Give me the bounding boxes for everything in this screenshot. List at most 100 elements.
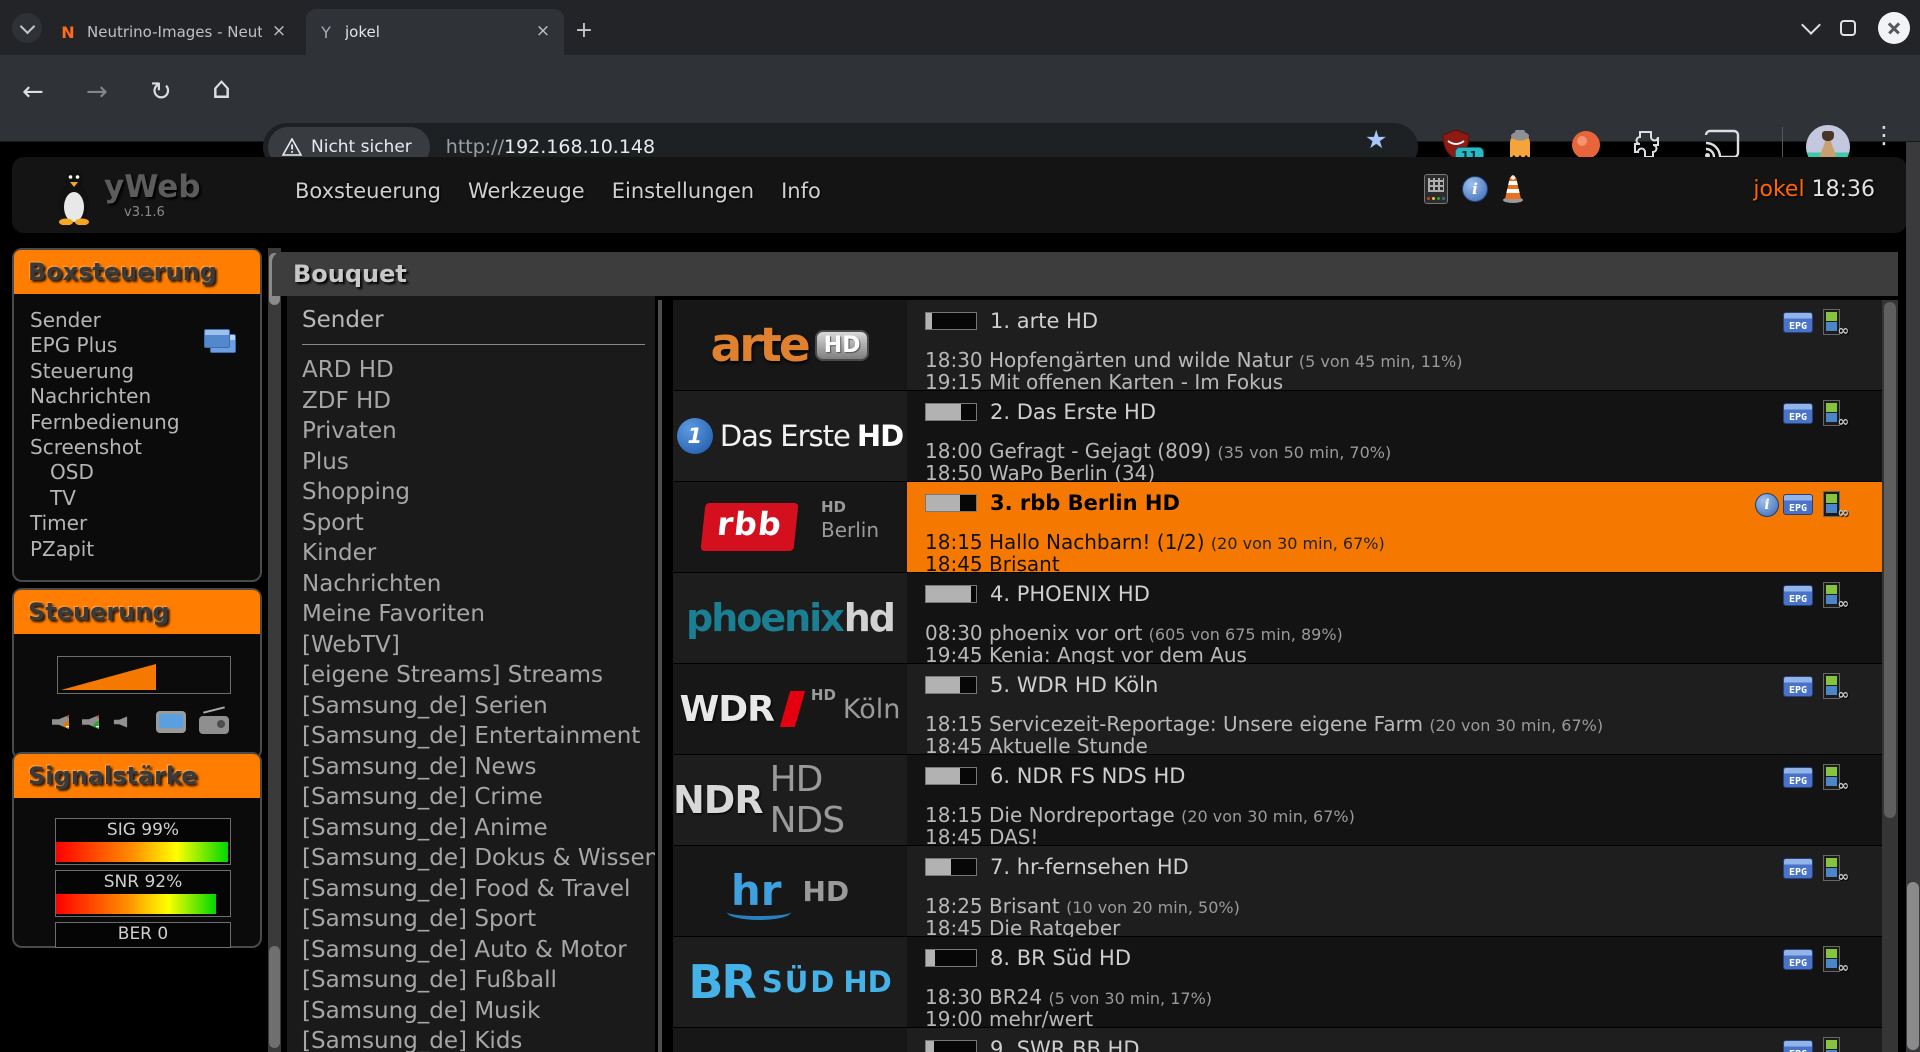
channel-epg-button[interactable]: EPG xyxy=(1783,585,1813,606)
bouquet-item[interactable]: Meine Favoriten xyxy=(302,599,655,630)
yweb-nav-info[interactable]: Info xyxy=(781,179,821,203)
channel-stream-button[interactable]: ∞ xyxy=(1821,855,1845,882)
channel-epg-button[interactable]: EPG xyxy=(1783,676,1813,697)
channel-logo[interactable]: WDRHDKöln xyxy=(673,664,907,754)
bouquet-item[interactable]: [Samsung_de] Musik xyxy=(302,996,655,1027)
sidebar-item-osd[interactable]: OSD xyxy=(30,460,250,485)
page-scrollbar-thumb[interactable] xyxy=(1907,882,1919,1050)
channel-name[interactable]: 5. WDR HD Köln xyxy=(990,673,1158,697)
sidebar-scrollbar-thumb-lower[interactable] xyxy=(269,946,280,1048)
bouquet-item[interactable]: [Samsung_de] Dokus & Wissen xyxy=(302,843,655,874)
channel-stream-button[interactable]: ∞ xyxy=(1821,1037,1845,1052)
bouquet-item[interactable]: Kinder xyxy=(302,538,655,569)
bouquet-item[interactable]: [Samsung_de] Anime xyxy=(302,813,655,844)
bouquet-item[interactable]: Nachrichten xyxy=(302,569,655,600)
bouquet-item[interactable]: [Samsung_de] Entertainment xyxy=(302,721,655,752)
bouquet-item[interactable]: [Samsung_de] Crime xyxy=(302,782,655,813)
extensions-puzzle-icon[interactable] xyxy=(1630,127,1664,161)
bookmark-star-icon[interactable]: ★ xyxy=(1365,125,1387,154)
channel-logo[interactable]: arteHD xyxy=(673,300,907,390)
bouquet-item[interactable]: [eigene Streams] Streams xyxy=(302,660,655,691)
channel-logo[interactable]: NDRHD NDS xyxy=(673,755,907,845)
minimize-icon[interactable] xyxy=(1801,15,1821,35)
browser-tab[interactable]: NNeutrino-Images - Neutrino-I× xyxy=(48,9,300,55)
channel-name[interactable]: 6. NDR FS NDS HD xyxy=(990,764,1185,788)
yweb-nav-werkzeuge[interactable]: Werkzeuge xyxy=(468,179,585,203)
channel-logo[interactable]: BRSÜDHD xyxy=(673,937,907,1027)
channel-stream-button[interactable]: ∞ xyxy=(1821,946,1845,973)
sidebar-item-pzapit[interactable]: PZapit xyxy=(30,537,250,562)
tab-search-button[interactable] xyxy=(12,13,42,43)
volume-slider[interactable] xyxy=(57,656,231,694)
channel-epg-button[interactable]: EPG xyxy=(1783,1040,1813,1052)
channel-epg-button[interactable]: EPG xyxy=(1783,494,1813,515)
yweb-nav-boxsteuerung[interactable]: Boxsteuerung xyxy=(295,179,441,203)
channel-logo[interactable]: rbbHDBerlin xyxy=(673,482,907,572)
channel-name[interactable]: 7. hr-fernsehen HD xyxy=(990,855,1189,879)
bouquet-item[interactable]: ARD HD xyxy=(302,355,655,386)
sidebar-item-timer[interactable]: Timer xyxy=(30,511,250,536)
bouquet-item[interactable]: [Samsung_de] Auto & Motor xyxy=(302,935,655,966)
channel-epg-button[interactable]: EPG xyxy=(1783,858,1813,879)
channel-epg-button[interactable]: EPG xyxy=(1783,312,1813,333)
bouquet-item[interactable]: Shopping xyxy=(302,477,655,508)
bouquet-item[interactable]: [Samsung_de] News xyxy=(302,752,655,783)
channel-stream-button[interactable]: ∞ xyxy=(1821,309,1845,336)
bouquet-item[interactable]: [Samsung_de] Food & Travel xyxy=(302,874,655,905)
browser-menu-icon[interactable]: ⋮ xyxy=(1872,121,1896,149)
bouquet-item[interactable]: [Samsung_de] Fußball xyxy=(302,965,655,996)
channel-name[interactable]: 8. BR Süd HD xyxy=(990,946,1131,970)
info-icon[interactable]: i xyxy=(1462,176,1488,202)
channel-epg-button[interactable]: EPG xyxy=(1783,767,1813,788)
channel-stream-button[interactable]: ∞ xyxy=(1821,400,1845,427)
channel-name[interactable]: 9. SWR BB HD xyxy=(990,1037,1140,1052)
yweb-nav-einstellungen[interactable]: Einstellungen xyxy=(612,179,754,203)
radio-mode-icon[interactable] xyxy=(199,716,229,734)
forward-button[interactable]: → xyxy=(86,77,108,107)
bouquet-item[interactable]: Sport xyxy=(302,508,655,539)
home-button[interactable]: ⌂ xyxy=(212,71,231,106)
bouquet-item[interactable]: [WebTV] xyxy=(302,630,655,661)
open-window-icon[interactable] xyxy=(210,334,236,353)
bouquet-item[interactable]: [Samsung_de] Serien xyxy=(302,691,655,722)
channel-logo[interactable]: phoenixhd xyxy=(673,573,907,663)
close-window-icon[interactable] xyxy=(1878,12,1910,44)
channel-epg-button[interactable]: EPG xyxy=(1783,949,1813,970)
bouquet-item[interactable]: Privaten xyxy=(302,416,655,447)
tv-mode-icon[interactable] xyxy=(156,711,186,733)
channel-logo[interactable]: 1Das ErsteHD xyxy=(673,391,907,481)
bouquet-item[interactable]: ZDF HD xyxy=(302,386,655,417)
reload-button[interactable]: ↻ xyxy=(150,77,172,107)
sidebar-item-tv[interactable]: TV xyxy=(30,486,250,511)
remote-control-icon[interactable] xyxy=(1424,174,1448,204)
cast-icon[interactable] xyxy=(1702,127,1742,161)
bouquet-item[interactable]: Plus xyxy=(302,447,655,478)
browser-tab[interactable]: Yjokel× xyxy=(306,9,564,55)
bouquet-item[interactable]: [Samsung_de] Kids xyxy=(302,1026,655,1052)
sidebar-item-nachrichten[interactable]: Nachrichten xyxy=(30,384,250,409)
tab-close-icon[interactable]: × xyxy=(268,21,290,43)
bouquet-item[interactable]: [Samsung_de] Sport xyxy=(302,904,655,935)
vlc-cone-icon[interactable] xyxy=(1502,175,1524,203)
channel-logo[interactable]: hrHD xyxy=(673,846,907,936)
channel-stream-button[interactable]: ∞ xyxy=(1821,673,1845,700)
sidebar-item-screenshot[interactable]: Screenshot xyxy=(30,435,250,460)
channel-epg-button[interactable]: EPG xyxy=(1783,403,1813,424)
channel-name[interactable]: 1. arte HD xyxy=(990,309,1098,333)
volume-up-icon[interactable]: + xyxy=(82,715,99,729)
channel-stream-button[interactable]: ∞ xyxy=(1821,764,1845,791)
back-button[interactable]: ← xyxy=(22,77,44,107)
channel-scrollbar-thumb[interactable] xyxy=(1884,302,1896,818)
bouquet-current[interactable]: Sender xyxy=(302,304,655,336)
channel-logo[interactable] xyxy=(673,1028,907,1052)
volume-down-icon[interactable]: − xyxy=(52,715,69,729)
channel-name[interactable]: 3. rbb Berlin HD xyxy=(990,491,1180,515)
new-tab-button[interactable]: + xyxy=(570,18,598,46)
channel-name[interactable]: 4. PHOENIX HD xyxy=(990,582,1150,606)
mute-icon[interactable] xyxy=(114,716,128,727)
sidebar-item-fernbedienung[interactable]: Fernbedienung xyxy=(30,410,250,435)
tab-close-icon[interactable]: × xyxy=(532,21,554,43)
channel-stream-button[interactable]: ∞ xyxy=(1821,491,1845,518)
sidebar-item-epg-plus[interactable]: EPG Plus xyxy=(30,333,250,358)
channel-stream-button[interactable]: ∞ xyxy=(1821,582,1845,609)
